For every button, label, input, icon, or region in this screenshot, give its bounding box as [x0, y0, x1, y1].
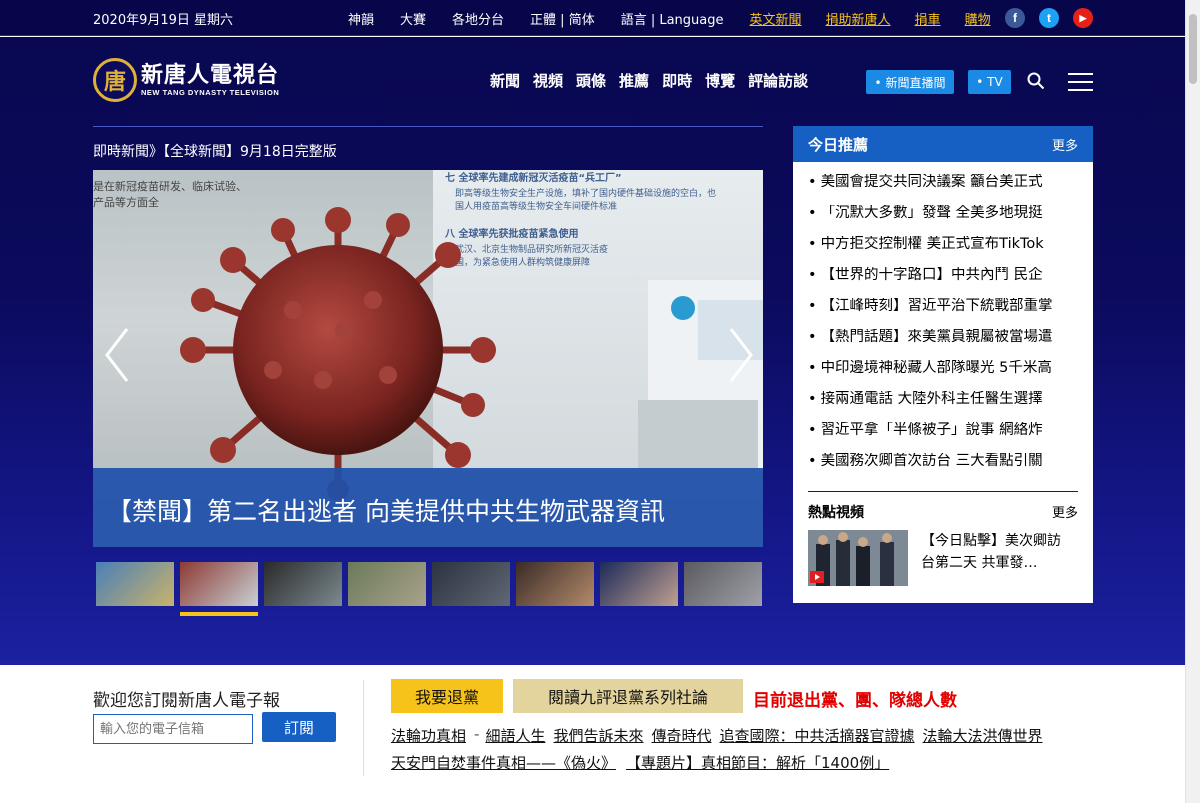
- youtube-icon[interactable]: ▶: [1073, 8, 1093, 28]
- social-links: f t ▶: [1005, 8, 1107, 28]
- top-bar: 2020年9月19日 星期六 神韻 大賽 各地分台 正體 | 简体 語言 | L…: [0, 0, 1185, 36]
- top-link-english-news[interactable]: 英文新聞: [750, 9, 802, 28]
- nav-news[interactable]: 新聞: [490, 70, 520, 91]
- hot-video-header: 熱點視頻 更多: [808, 502, 1078, 522]
- list-item[interactable]: 【江峰時刻】習近平治下統戰部重掌: [808, 298, 1080, 329]
- recommend-more-link[interactable]: 更多: [1052, 135, 1078, 154]
- site-logo[interactable]: 唐 新唐人電視台 NEW TANG DYNASTY TELEVISION: [93, 58, 279, 102]
- link-separator: -: [474, 725, 480, 743]
- bottom-divider: [363, 680, 364, 776]
- top-link-competitions[interactable]: 大賽: [400, 9, 426, 28]
- newsletter-title: 歡迎您訂閱新唐人電子報: [93, 691, 280, 711]
- link-legend-era[interactable]: 傳奇時代: [651, 725, 711, 746]
- link-tell-the-future[interactable]: 我們告訴未來: [553, 725, 643, 746]
- truth-links-row-2: 天安門自焚事件真相——《偽火》 【專題片】真相節目：解析「1400例」: [391, 752, 897, 773]
- page-scrollbar[interactable]: [1185, 0, 1200, 803]
- hot-video-title: 熱點視頻: [808, 505, 864, 521]
- nine-commentaries-button[interactable]: 閱讀九評退黨系列社論: [513, 679, 743, 713]
- slide-prev-arrow-icon[interactable]: [103, 325, 133, 385]
- list-item[interactable]: 「沉默大多數」發聲 全美多地現挺: [808, 205, 1080, 236]
- nav-commentary[interactable]: 評論訪談: [748, 70, 808, 91]
- quit-total-counter[interactable]: 目前退出黨、團、隊總人數: [753, 686, 957, 711]
- top-link-language[interactable]: 語言 | Language: [621, 9, 724, 28]
- breaking-news-ticker[interactable]: 即時新聞》【全球新聞】9月18日完整版: [93, 141, 337, 161]
- hamburger-menu-icon[interactable]: [1068, 73, 1093, 91]
- slide-thumbnail[interactable]: [432, 562, 510, 606]
- list-item[interactable]: 美國會提交共同決議案 籲台美正式: [808, 174, 1080, 205]
- twitter-icon[interactable]: t: [1039, 8, 1059, 28]
- link-1400-cases[interactable]: 【專題片】真相節目：解析「1400例」: [626, 752, 889, 773]
- logo-chinese-name: 新唐人電視台: [141, 62, 280, 88]
- slide-thumbnail[interactable]: [516, 562, 594, 606]
- slide-left-text: 是在新冠疫苗研发、临床试验、: [93, 180, 247, 193]
- facebook-icon[interactable]: f: [1005, 8, 1025, 28]
- list-item[interactable]: 接兩通電話 大陸外科主任醫生選擇: [808, 391, 1080, 422]
- nav-instant[interactable]: 即時: [662, 70, 692, 91]
- logo-english-name: NEW TANG DYNASTY TELEVISION: [141, 87, 280, 97]
- recommend-header: 今日推薦 更多: [793, 126, 1093, 162]
- coronavirus-model-image: [180, 207, 496, 500]
- quit-party-button[interactable]: 我要退黨: [391, 679, 503, 713]
- recommend-title: 今日推薦: [808, 135, 869, 154]
- live-news-button[interactable]: • 新聞直播間: [866, 70, 954, 94]
- slide-thumbnail[interactable]: [348, 562, 426, 606]
- slide-thumbnail[interactable]: [600, 562, 678, 606]
- nav-video[interactable]: 視頻: [533, 70, 563, 91]
- list-item[interactable]: 中印邊境神秘藏人部隊曝光 5千米高: [808, 360, 1080, 391]
- slide-thumbnail[interactable]: [264, 562, 342, 606]
- list-item[interactable]: 中方拒交控制權 美正式宣布TikTok: [808, 236, 1080, 267]
- slide-thumbnails: [96, 562, 768, 616]
- list-item[interactable]: 【熱門話題】來美黨員親屬被當場遣: [808, 329, 1080, 360]
- recommend-list: 美國會提交共同決議案 籲台美正式 「沉默大多數」發聲 全美多地現挺 中方拒交控制…: [793, 162, 1093, 484]
- link-false-fire[interactable]: 天安門自焚事件真相——《偽火》: [391, 752, 616, 773]
- top-link-donate-car[interactable]: 捐車: [915, 9, 941, 28]
- slide-left-text: 产品等方面全: [93, 196, 159, 209]
- hot-video-more-link[interactable]: 更多: [1052, 502, 1078, 522]
- newsletter-email-input[interactable]: [93, 714, 253, 744]
- top-nav: 神韻 大賽 各地分台 正體 | 简体 語言 | Language 英文新聞 捐助…: [348, 9, 1015, 28]
- nav-expo[interactable]: 博覽: [705, 70, 735, 91]
- slide-thumbnail[interactable]: [180, 562, 258, 616]
- hot-video-thumbnail[interactable]: [808, 530, 908, 586]
- current-date: 2020年9月19日 星期六: [93, 13, 234, 28]
- main-nav: 新聞 視頻 頭條 推薦 即時 博覽 評論訪談: [490, 70, 821, 91]
- subscribe-button[interactable]: 訂閱: [262, 712, 336, 742]
- slide-thumbnail[interactable]: [684, 562, 762, 606]
- slide-board-line: 七 全球率先建成新冠灭活疫苗“兵工厂”: [445, 173, 622, 184]
- list-item[interactable]: 習近平拿「半條被子」說事 網絡炸: [808, 422, 1080, 453]
- play-icon: [810, 571, 824, 583]
- logo-seal-icon: 唐: [93, 58, 137, 102]
- top-link-branches[interactable]: 各地分台: [452, 9, 504, 28]
- featured-slide[interactable]: 七 全球率先建成新冠灭活疫苗“兵工厂” 即高等级生物安全生产设施，填补了国内硬件…: [93, 170, 763, 547]
- link-falun-gong-truth[interactable]: 法輪功真相: [391, 725, 466, 746]
- tv-button[interactable]: • TV: [968, 70, 1011, 94]
- top-link-shop[interactable]: 購物: [965, 9, 991, 28]
- recommend-panel: 今日推薦 更多 美國會提交共同決議案 籲台美正式 「沉默大多數」發聲 全美多地現…: [793, 126, 1093, 603]
- headline-divider: [93, 126, 763, 127]
- nav-recommended[interactable]: 推薦: [619, 70, 649, 91]
- top-link-script-toggle[interactable]: 正體 | 简体: [530, 9, 595, 28]
- list-item[interactable]: 美國務次卿首次訪台 三大看點引關: [808, 453, 1080, 484]
- scrollbar-thumb[interactable]: [1189, 14, 1197, 84]
- list-item[interactable]: 【世界的十字路口】中共內鬥 民企: [808, 267, 1080, 298]
- slide-caption[interactable]: 【禁聞】第二名出逃者 向美提供中共生物武器資訊: [93, 468, 763, 547]
- search-icon[interactable]: [1027, 72, 1045, 90]
- slide-next-arrow-icon[interactable]: [725, 325, 755, 385]
- hot-video-headline[interactable]: 【今日點擊】美次卿訪台第二天 共軍發…: [921, 530, 1071, 574]
- link-whispers-of-life[interactable]: 細語人生: [485, 725, 545, 746]
- slide-thumbnail[interactable]: [96, 562, 174, 606]
- link-organ-harvesting[interactable]: 追查國際：中共活摘器官證據: [719, 725, 914, 746]
- top-link-shenyun[interactable]: 神韻: [348, 9, 374, 28]
- link-falun-dafa-world[interactable]: 法輪大法洪傳世界: [923, 725, 1043, 746]
- truth-links-row-1: 法輪功真相 - 細語人生 我們告訴未來 傳奇時代 追查國際：中共活摘器官證據 法…: [391, 725, 1051, 746]
- top-link-donate[interactable]: 捐助新唐人: [826, 9, 891, 28]
- hot-video-divider: [808, 491, 1078, 492]
- nav-headlines[interactable]: 頭條: [576, 70, 606, 91]
